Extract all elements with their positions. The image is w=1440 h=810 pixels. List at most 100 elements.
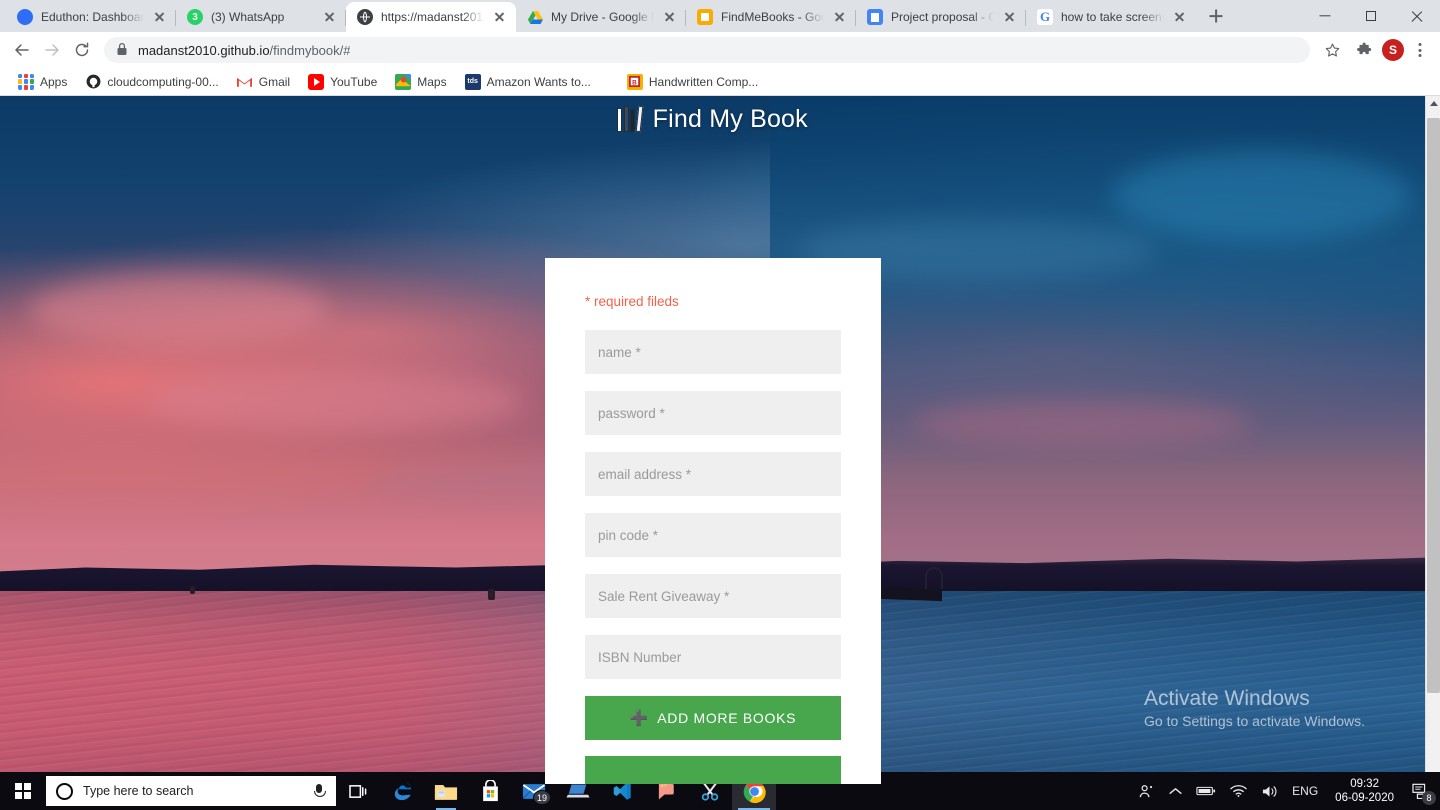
search-placeholder: Type here to search: [83, 784, 194, 798]
bookmark-youtube[interactable]: YouTube: [300, 71, 385, 93]
back-button[interactable]: [8, 36, 36, 64]
windows-logo-icon: [15, 783, 31, 799]
scrollbar-thumb[interactable]: [1427, 118, 1440, 693]
maximize-button[interactable]: [1348, 0, 1394, 32]
wifi-icon[interactable]: [1223, 772, 1254, 810]
google-maps-icon: [395, 73, 412, 90]
microsoft-store-icon[interactable]: [468, 772, 512, 810]
bookmark-amazon-wants-to[interactable]: tds Amazon Wants to...: [457, 71, 599, 93]
sale-rent-giveaway-input[interactable]: [585, 574, 841, 618]
password-input[interactable]: [585, 391, 841, 435]
people-icon[interactable]: [1131, 772, 1162, 810]
bookmark-gmail[interactable]: Gmail: [229, 71, 298, 93]
bookmark-handwritten-comp[interactable]: B Handwritten Comp...: [619, 71, 766, 93]
bookmark-maps[interactable]: Maps: [387, 71, 454, 93]
cloud-2: [142, 371, 523, 432]
name-input[interactable]: [585, 330, 841, 374]
browser-window: Eduthon: Dashboard | D 3 (3) WhatsApp ht…: [0, 0, 1440, 810]
plus-icon: ➕: [629, 709, 650, 727]
tab-close-button[interactable]: [1172, 9, 1188, 25]
google-sheets-icon: [697, 9, 713, 25]
language-indicator[interactable]: ENG: [1285, 772, 1325, 810]
edge-icon[interactable]: [380, 772, 424, 810]
tab-close-button[interactable]: [492, 9, 508, 25]
tab-close-button[interactable]: [662, 9, 678, 25]
toolbar-right-actions: S: [1318, 36, 1432, 64]
submit-button[interactable]: [585, 756, 841, 784]
battery-icon[interactable]: [1189, 772, 1223, 810]
pin-code-input[interactable]: [585, 513, 841, 557]
bookmark-label: Maps: [417, 74, 447, 89]
bookmark-label: Amazon Wants to...: [486, 74, 591, 89]
google-docs-icon: [867, 9, 883, 25]
bookmark-label: Handwritten Comp...: [648, 74, 759, 89]
required-fields-note: * required fileds: [585, 294, 679, 309]
books-icon: [617, 105, 643, 133]
add-more-books-label: ADD MORE BOOKS: [657, 710, 797, 726]
extensions-puzzle-icon[interactable]: [1350, 36, 1378, 64]
page-scrollbar[interactable]: [1425, 96, 1440, 784]
taskbar-clock[interactable]: 09:32 06-09-2020: [1325, 772, 1404, 810]
bookmark-label: cloudcomputing-00...: [107, 74, 219, 89]
microphone-icon[interactable]: [312, 783, 326, 799]
eduthon-icon: [17, 9, 33, 25]
clock-time: 09:32: [1350, 777, 1379, 790]
buoy: [488, 588, 495, 600]
activate-windows-title: Activate Windows: [1144, 687, 1310, 710]
browser-tab-2-active[interactable]: https://madanst2010.g: [346, 2, 516, 32]
taskbar-search-box[interactable]: Type here to search: [46, 776, 336, 806]
tab-close-button[interactable]: [152, 9, 168, 25]
tab-title: Project proposal - Goo: [891, 10, 994, 24]
volume-icon[interactable]: [1254, 772, 1285, 810]
page-content: Find My Book * required fileds ➕ ADD MOR…: [0, 96, 1425, 784]
windows-start-button[interactable]: [0, 772, 46, 810]
add-more-books-button[interactable]: ➕ ADD MORE BOOKS: [585, 696, 841, 740]
close-button[interactable]: [1394, 0, 1440, 32]
tab-close-button[interactable]: [1002, 9, 1018, 25]
isbn-number-input[interactable]: [585, 635, 841, 679]
tab-title: how to take screenshot: [1061, 10, 1164, 24]
bookmark-star-icon[interactable]: [1318, 36, 1346, 64]
google-search-icon: G: [1037, 9, 1053, 25]
bookmark-label: YouTube: [330, 74, 378, 89]
email-input[interactable]: [585, 452, 841, 496]
notification-center-icon[interactable]: 8: [1404, 772, 1438, 810]
tab-strip: Eduthon: Dashboard | D 3 (3) WhatsApp ht…: [0, 0, 1440, 32]
new-tab-button[interactable]: [1202, 2, 1230, 30]
apps-grid-icon: [18, 73, 34, 90]
bookmarks-bar: Apps cloudcomputing-00... Gmail YouTube …: [0, 68, 1440, 96]
browser-tab-3[interactable]: My Drive - Google Driv: [516, 2, 686, 32]
file-explorer-icon[interactable]: [424, 772, 468, 810]
tab-close-button[interactable]: [322, 9, 338, 25]
browser-tab-0[interactable]: Eduthon: Dashboard | D: [6, 2, 176, 32]
browser-tab-4[interactable]: FindMeBooks - Google: [686, 2, 856, 32]
tab-close-button[interactable]: [832, 9, 848, 25]
browser-tab-5[interactable]: Project proposal - Goo: [856, 2, 1026, 32]
profile-avatar[interactable]: S: [1382, 39, 1404, 61]
address-bar[interactable]: madanst2010.github.io/findmybook/#: [104, 37, 1310, 63]
github-icon: [85, 73, 102, 90]
cortana-icon: [56, 782, 73, 800]
forward-button[interactable]: [38, 36, 66, 64]
bookmark-apps[interactable]: Apps: [10, 71, 75, 93]
activate-windows-subtitle: Go to Settings to activate Windows.: [1144, 713, 1365, 729]
three-dot-menu-icon[interactable]: [1408, 38, 1432, 62]
task-view-icon[interactable]: [336, 772, 380, 810]
whatsapp-icon: 3: [187, 9, 203, 25]
cloud-5: [912, 398, 1252, 447]
site-header: Find My Book: [0, 96, 1425, 142]
address-bar-text: madanst2010.github.io/findmybook/#: [138, 42, 351, 58]
browser-tab-6[interactable]: G how to take screenshot: [1026, 2, 1196, 32]
reload-button[interactable]: [68, 36, 96, 64]
globe-icon: [357, 9, 373, 25]
show-hidden-icons-chevron[interactable]: [1162, 772, 1189, 810]
book-icon: B: [626, 73, 643, 90]
scrollbar-up-arrow[interactable]: [1426, 96, 1440, 111]
browser-tab-1[interactable]: 3 (3) WhatsApp: [176, 2, 346, 32]
bookmark-cloudcomputing[interactable]: cloudcomputing-00...: [77, 71, 226, 93]
tab-title: My Drive - Google Driv: [551, 10, 654, 24]
buoy-2: [190, 585, 195, 594]
window-controls: [1302, 0, 1440, 32]
minimize-button[interactable]: [1302, 0, 1348, 32]
bookmark-label: Gmail: [258, 74, 291, 89]
